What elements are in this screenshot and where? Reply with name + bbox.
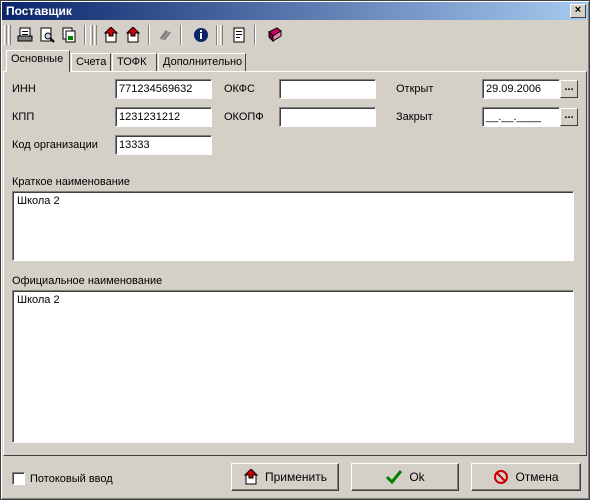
copy-document-icon[interactable] xyxy=(58,24,80,46)
tab-additional-label: Дополнительно xyxy=(163,56,243,68)
toolbar-grip xyxy=(4,25,7,45)
info-icon[interactable] xyxy=(190,24,212,46)
toolbar-separator xyxy=(84,25,86,45)
tab-tofk[interactable]: ТОФК xyxy=(112,53,157,71)
org-code-field[interactable]: 13333 xyxy=(115,135,212,155)
move-down-icon[interactable] xyxy=(122,24,144,46)
toolbar-separator xyxy=(148,25,150,45)
tab-main[interactable]: Основные xyxy=(6,50,70,72)
closed-date-field[interactable]: __.__.____ xyxy=(482,107,560,127)
toolbar-grip xyxy=(8,25,11,45)
inn-label: ИНН xyxy=(12,83,36,95)
ok-button[interactable]: Ok xyxy=(351,463,459,491)
official-name-label: Официальное наименование xyxy=(12,275,163,287)
checkmark-icon xyxy=(386,470,403,485)
toolbar-separator xyxy=(216,25,218,45)
stream-input-checkbox[interactable] xyxy=(12,472,25,485)
kpp-field[interactable]: 1231231212 xyxy=(115,107,212,127)
official-name-textarea[interactable]: Школа 2 xyxy=(12,290,574,443)
apply-icon xyxy=(243,469,259,485)
refresh-icon[interactable] xyxy=(154,24,176,46)
okopf-field[interactable] xyxy=(279,107,376,127)
short-name-textarea[interactable]: Школа 2 xyxy=(12,191,574,261)
opened-date-picker-button[interactable]: ... xyxy=(560,80,578,98)
tab-main-label: Основные xyxy=(11,53,64,65)
apply-label: Применить xyxy=(264,470,327,484)
inn-field[interactable]: 771234569632 xyxy=(115,79,212,99)
preview-icon[interactable] xyxy=(36,24,58,46)
org-code-label: Код организации xyxy=(12,139,98,151)
tab-additional[interactable]: Дополнительно xyxy=(158,53,246,71)
stream-input-label: Потоковый ввод xyxy=(30,473,113,485)
toolbar xyxy=(2,22,588,48)
okfs-label: ОКФС xyxy=(224,83,255,95)
okfs-field[interactable] xyxy=(279,79,376,99)
opened-label: Открыт xyxy=(396,83,434,95)
edit-document-icon[interactable] xyxy=(228,24,250,46)
print-icon[interactable] xyxy=(14,24,36,46)
toolbar-grip xyxy=(94,25,97,45)
tab-tofk-label: ТОФК xyxy=(117,56,147,68)
okopf-label: ОКОПФ xyxy=(224,111,264,123)
close-button[interactable]: × xyxy=(570,4,586,18)
closed-date-picker-button[interactable]: ... xyxy=(560,108,578,126)
tab-accounts[interactable]: Счета xyxy=(71,53,111,71)
toolbar-separator xyxy=(254,25,256,45)
title-bar: Поставщик xyxy=(2,2,588,20)
close-icon: × xyxy=(574,4,582,16)
ok-label: Ok xyxy=(409,470,425,484)
toolbar-grip xyxy=(90,25,93,45)
tab-accounts-label: Счета xyxy=(76,56,107,68)
toolbar-separator xyxy=(180,25,182,45)
opened-date-field[interactable]: 29.09.2006 xyxy=(482,79,560,99)
cancel-icon xyxy=(494,470,509,484)
book-icon[interactable] xyxy=(264,24,286,46)
short-name-label: Краткое наименование xyxy=(12,176,131,188)
kpp-label: КПП xyxy=(12,111,35,123)
cancel-button[interactable]: Отмена xyxy=(471,463,581,491)
move-up-icon[interactable] xyxy=(100,24,122,46)
toolbar-grip xyxy=(220,25,223,45)
closed-label: Закрыт xyxy=(396,111,433,123)
cancel-label: Отмена xyxy=(515,470,559,484)
apply-button[interactable]: Применить xyxy=(231,463,339,491)
window-title: Поставщик xyxy=(6,4,72,18)
